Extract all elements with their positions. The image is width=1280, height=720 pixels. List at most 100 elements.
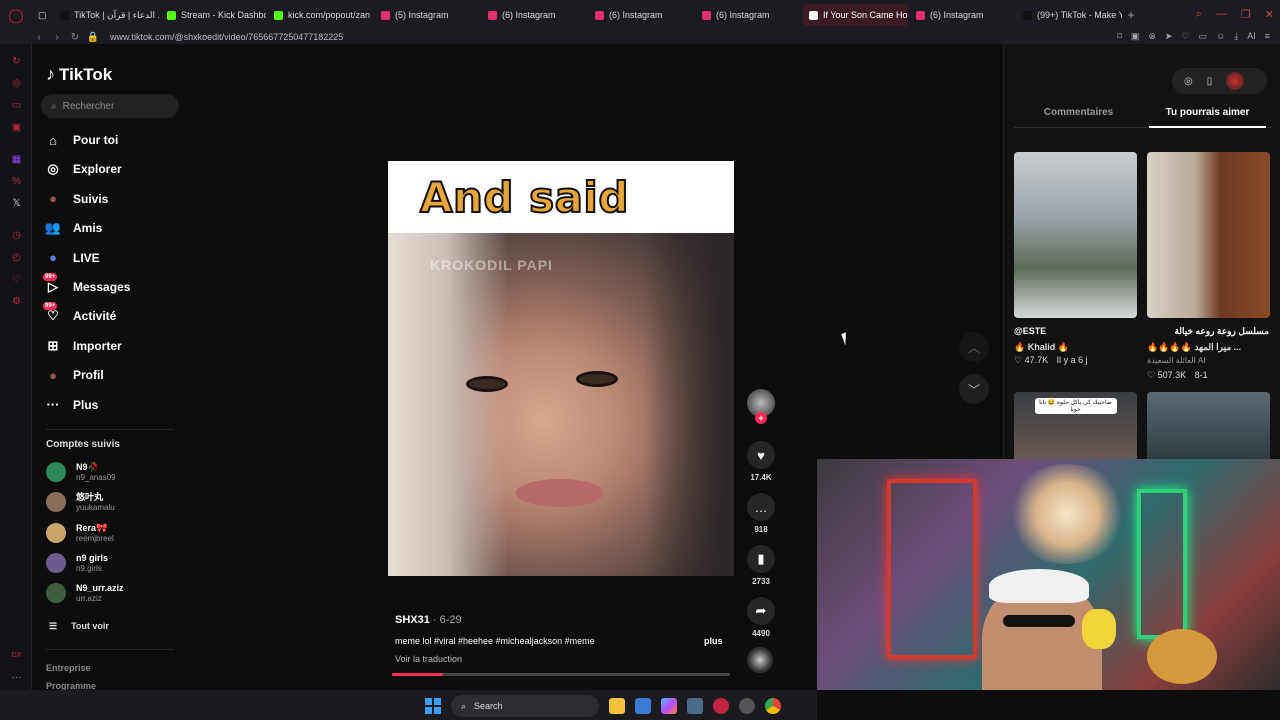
wallet-icon[interactable]: ▭ bbox=[1199, 31, 1208, 42]
sidebar-toggle-icon[interactable]: ▢ bbox=[32, 4, 54, 26]
search-icon[interactable]: ⌕ bbox=[1196, 8, 1202, 21]
nav-item-profil[interactable]: ● Profil bbox=[45, 367, 104, 383]
forward-icon[interactable]: › bbox=[48, 32, 66, 43]
browser-tab[interactable]: (6) Instagram bbox=[482, 4, 587, 26]
nav-item-live[interactable]: ● LIVE bbox=[45, 250, 100, 266]
snapshot-icon[interactable]: ▣ bbox=[1131, 31, 1140, 42]
tiktok-logo[interactable]: ♪ TikTok bbox=[46, 64, 112, 85]
browser-tab[interactable]: Stream - Kick Dashbo bbox=[161, 4, 266, 26]
aria-icon[interactable]: ↻ bbox=[11, 56, 22, 67]
sidebar-app-icon[interactable]: ◎ bbox=[11, 78, 22, 89]
browser-tab[interactable]: (6) Instagram bbox=[589, 4, 694, 26]
windows-start-icon[interactable] bbox=[425, 698, 441, 714]
messenger-icon[interactable]: ▭ bbox=[11, 100, 22, 111]
related-title[interactable]: @ESTE bbox=[1014, 326, 1046, 336]
browser-tab[interactable]: (6) Instagram bbox=[910, 4, 1015, 26]
followed-account[interactable]: n9 girls n9.girls bbox=[46, 552, 108, 573]
related-title[interactable]: مسلسل روعة روعه خيالة bbox=[1147, 326, 1269, 337]
more-button[interactable]: plus bbox=[704, 636, 723, 646]
followed-account[interactable]: N9_urr.aziz urr.aziz bbox=[46, 583, 124, 604]
heart-icon[interactable]: ♡ bbox=[1181, 31, 1189, 42]
account-icon[interactable]: ☺ bbox=[1216, 31, 1225, 42]
nav-item-messages[interactable]: ▷ 99+ Messages bbox=[43, 273, 130, 295]
related-thumbnail[interactable] bbox=[1147, 392, 1270, 462]
nav-item-pourtoi[interactable]: ⌂ Pour toi bbox=[45, 132, 118, 148]
browser-tab[interactable]: (6) Instagram bbox=[696, 4, 801, 26]
related-thumbnail[interactable] bbox=[1147, 152, 1270, 318]
related-thumbnail[interactable]: صاحبيك كي ياكل حلوة 😂 تاتا خويا bbox=[1014, 392, 1137, 462]
translate-link[interactable]: Voir la traduction bbox=[395, 654, 462, 664]
steam-icon[interactable] bbox=[739, 698, 755, 714]
download-icon[interactable]: ⤓ bbox=[1234, 31, 1238, 42]
footer-link-business[interactable]: Entreprise bbox=[46, 663, 91, 673]
nav-item-label: Pour toi bbox=[73, 133, 119, 147]
file-explorer-icon[interactable] bbox=[609, 698, 625, 714]
browser-tab[interactable]: (5) Instagram bbox=[375, 4, 480, 26]
followed-account[interactable]: Rera🎀 reemjbreel bbox=[46, 522, 114, 543]
followed-account[interactable]: 悠叶丸 yuukamalu bbox=[46, 492, 115, 513]
video-author[interactable]: SHX31 · 6-29 bbox=[395, 614, 725, 626]
follow-button[interactable]: + bbox=[755, 412, 767, 424]
divider bbox=[46, 649, 174, 650]
nav-item-suivis[interactable]: ● Suivis bbox=[45, 191, 108, 207]
nav-item-label: Importer bbox=[73, 338, 122, 353]
nav-item-plus[interactable]: ··· Plus bbox=[45, 397, 99, 413]
send-icon[interactable]: ➤ bbox=[1165, 31, 1173, 42]
nav-item-activit[interactable]: ♡ 99+ Activité bbox=[43, 302, 116, 324]
maximize-icon[interactable]: ❐ bbox=[1241, 8, 1251, 21]
next-video-button[interactable]: ﹀ bbox=[959, 374, 989, 404]
browser-tab[interactable]: (99+) TikTok - Make Y bbox=[1017, 4, 1122, 26]
x-icon[interactable]: 𝕏 bbox=[11, 198, 22, 209]
browser-tab[interactable]: TikTok | ورد الدعاء | قرآن bbox=[54, 4, 159, 26]
ai-button[interactable]: AI bbox=[1247, 31, 1256, 42]
related-thumbnail[interactable] bbox=[1014, 152, 1137, 318]
video-player[interactable]: And said KROKODIL PAPI bbox=[388, 161, 734, 576]
gx-icon[interactable]: GX bbox=[11, 650, 22, 661]
user-avatar[interactable] bbox=[1226, 72, 1245, 90]
see-all-button[interactable]: ☰ Tout voir bbox=[49, 621, 109, 632]
calculator-icon[interactable] bbox=[687, 698, 703, 714]
sidebar-app-icon[interactable]: % bbox=[11, 176, 22, 187]
url-field[interactable]: www.tiktok.com/@shxkoedit/video/76566772… bbox=[110, 32, 343, 42]
nav-item-importer[interactable]: ⊞ Importer bbox=[45, 338, 122, 354]
close-icon[interactable]: ✕ bbox=[1265, 8, 1274, 21]
reload-icon[interactable]: ↻ bbox=[66, 32, 84, 43]
clock-icon[interactable]: ◴ bbox=[11, 252, 22, 263]
share-button[interactable]: ➦ 4490 bbox=[746, 597, 776, 638]
avatar bbox=[46, 522, 66, 543]
nav-item-explorer[interactable]: ◎ Explorer bbox=[45, 161, 121, 177]
minimize-icon[interactable]: — bbox=[1216, 8, 1227, 21]
store-icon[interactable] bbox=[635, 698, 651, 714]
adblock-icon[interactable]: ⊗ bbox=[1148, 31, 1156, 42]
search-input[interactable]: ⌕ Rechercher bbox=[41, 94, 179, 118]
twitch-icon[interactable]: ▦ bbox=[11, 154, 22, 165]
bookmark-icon[interactable]: ⌑ bbox=[1117, 31, 1122, 42]
browser-tab[interactable]: If Your Son Came Hom bbox=[803, 4, 908, 26]
followed-account[interactable]: N9🥀 n9_anas09 bbox=[46, 462, 116, 482]
sound-disc[interactable] bbox=[747, 647, 773, 673]
like-button[interactable]: ♥ 17.4K bbox=[746, 441, 776, 482]
back-icon[interactable]: ‹ bbox=[30, 32, 48, 43]
comment-button[interactable]: … 918 bbox=[746, 493, 776, 534]
heart-icon[interactable]: ♡ bbox=[11, 274, 22, 285]
taskbar-search[interactable]: ⌕ Search bbox=[451, 695, 599, 717]
new-tab-button[interactable]: + bbox=[1122, 8, 1140, 22]
video-progress-bar[interactable] bbox=[392, 673, 730, 676]
chrome-icon[interactable] bbox=[765, 698, 781, 714]
device-icon[interactable]: ▯ bbox=[1207, 76, 1213, 87]
previous-video-button[interactable]: ︿ bbox=[959, 332, 989, 362]
browser-tab[interactable]: kick.com/popout/zan bbox=[268, 4, 373, 26]
sidebar-app-icon[interactable]: ▣ bbox=[11, 122, 22, 133]
tab-comments[interactable]: Commentaires bbox=[1014, 104, 1143, 127]
history-icon[interactable]: ◷ bbox=[11, 230, 22, 241]
nav-item-amis[interactable]: 👥 Amis bbox=[45, 220, 102, 236]
copilot-icon[interactable] bbox=[661, 698, 677, 714]
save-button[interactable]: ▮ 2733 bbox=[746, 545, 776, 586]
opera-gx-icon[interactable] bbox=[713, 698, 729, 714]
opera-logo-icon[interactable]: ◯ bbox=[0, 0, 32, 30]
compass-icon[interactable]: ◎ bbox=[1184, 76, 1193, 87]
menu-icon[interactable]: ≡ bbox=[1265, 31, 1270, 42]
tab-you-may-like[interactable]: Tu pourrais aimer bbox=[1143, 104, 1272, 128]
more-icon[interactable]: ··· bbox=[11, 672, 22, 683]
settings-icon[interactable]: ⚙ bbox=[11, 296, 22, 307]
